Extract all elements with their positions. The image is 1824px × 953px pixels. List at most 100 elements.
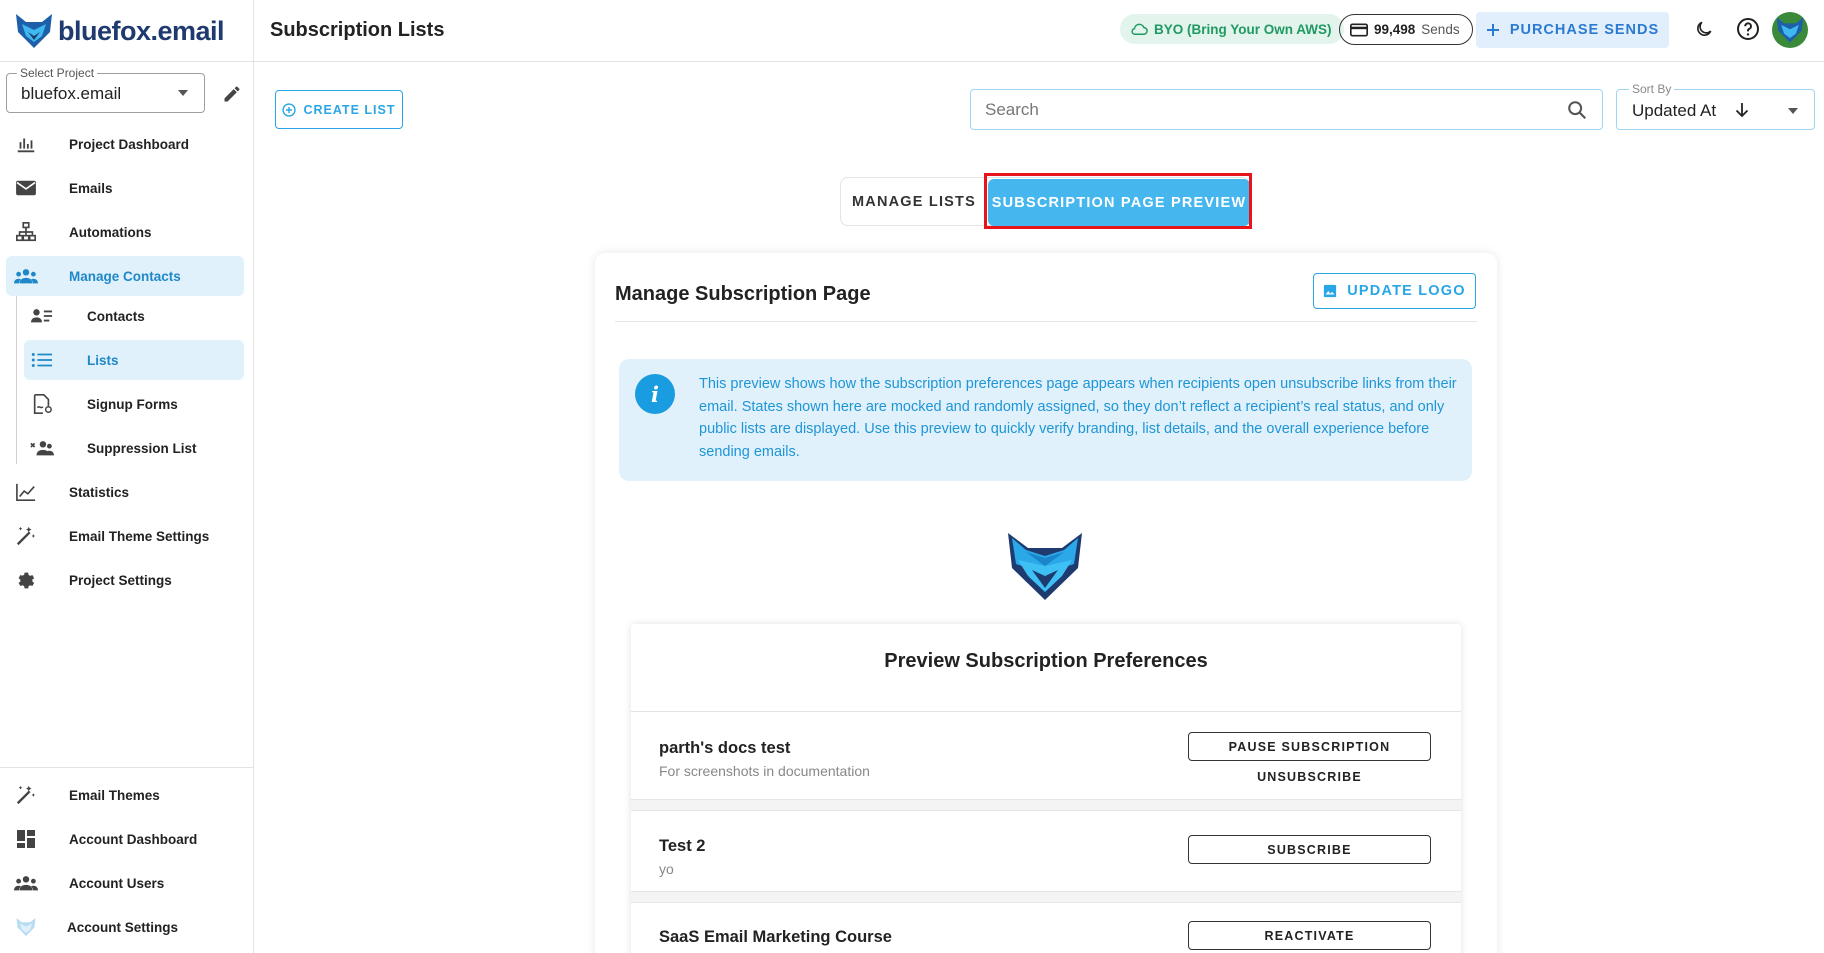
- sidebar-item-project-settings[interactable]: Project Settings: [6, 560, 244, 600]
- chevron-down-icon: [178, 90, 188, 96]
- list-description: For screenshots in documentation: [659, 763, 870, 779]
- sidebar: bluefox.email Select Project bluefox.ema…: [0, 0, 254, 953]
- list-separator: [631, 891, 1461, 903]
- sidebar-item-label: Account Dashboard: [69, 831, 198, 847]
- view-toggle: MANAGE LISTS SUBSCRIPTION PAGE PREVIEW: [840, 177, 1250, 226]
- image-icon: [1324, 284, 1337, 298]
- info-alert: i This preview shows how the subscriptio…: [619, 359, 1472, 481]
- sidebar-item-label: Suppression List: [87, 440, 197, 456]
- contacts-icon: [14, 265, 38, 287]
- search-input[interactable]: [985, 99, 1545, 121]
- sidebar-item-label: Project Dashboard: [69, 136, 190, 152]
- create-list-button[interactable]: CREATE LIST: [275, 90, 403, 129]
- sort-select[interactable]: Sort By Updated At: [1616, 82, 1815, 130]
- sidebar-item-label: Manage Contacts: [69, 268, 181, 284]
- sidebar-item-emails[interactable]: Emails: [6, 168, 244, 208]
- list-name: Test 2: [659, 837, 706, 855]
- help-icon: [1737, 18, 1759, 40]
- sidebar-item-email-themes[interactable]: Email Themes: [6, 775, 244, 815]
- chevron-down-icon: [1788, 108, 1798, 114]
- manage-subscription-card: Manage Subscription Page UPDATE LOGO i T…: [595, 253, 1497, 953]
- list-separator: [631, 799, 1461, 811]
- project-select-value: bluefox.email: [21, 84, 122, 103]
- card-title: Manage Subscription Page: [615, 283, 871, 305]
- info-text: This preview shows how the subscription …: [699, 376, 1457, 460]
- arrow-down-icon[interactable]: [1733, 101, 1751, 119]
- tab-manage-lists[interactable]: MANAGE LISTS: [841, 178, 987, 225]
- pause-subscription-button[interactable]: PAUSE SUBSCRIPTION: [1188, 732, 1431, 761]
- edit-project-button[interactable]: [220, 82, 244, 106]
- sidebar-item-label: Signup Forms: [87, 396, 178, 412]
- brand-divider: [0, 61, 254, 62]
- sidebar-item-contacts[interactable]: Contacts: [6, 296, 244, 336]
- help-button[interactable]: [1736, 17, 1760, 41]
- sidebar-item-label: Statistics: [69, 484, 130, 500]
- update-logo-label: UPDATE LOGO: [1347, 283, 1466, 299]
- fox-logo-icon: [1008, 533, 1082, 600]
- create-list-label: CREATE LIST: [303, 102, 396, 117]
- divider: [631, 711, 1461, 712]
- sidebar-item-automations[interactable]: Automations: [6, 212, 244, 252]
- byo-label: BYO (Bring Your Own AWS): [1154, 21, 1332, 37]
- sort-label: Sort By: [1629, 82, 1675, 96]
- sidebar-item-label: Contacts: [87, 308, 145, 324]
- add-circle-icon: [282, 102, 297, 117]
- app-root: bluefox.email Select Project bluefox.ema…: [0, 0, 1824, 953]
- purchase-sends-button[interactable]: PURCHASE SENDS: [1476, 12, 1669, 48]
- list-icon: [30, 349, 54, 371]
- sidebar-divider: [0, 767, 254, 768]
- fox-logo-icon: [16, 14, 52, 48]
- magic-wand-icon: [14, 525, 38, 547]
- search-icon[interactable]: [1566, 99, 1588, 121]
- reactivate-button[interactable]: REACTIVATE: [1188, 921, 1431, 950]
- sidebar-item-label: Emails: [69, 180, 113, 196]
- magic-wand-icon: [14, 784, 38, 806]
- line-chart-icon: [14, 481, 38, 503]
- preview-preferences-card: Preview Subscription Preferences parth's…: [631, 624, 1461, 953]
- sidebar-item-account-users[interactable]: Account Users: [6, 863, 244, 903]
- gear-icon: [14, 569, 38, 591]
- sidebar-item-signup-forms[interactable]: Signup Forms: [6, 384, 244, 424]
- sitemap-icon: [14, 221, 38, 243]
- sidebar-item-lists[interactable]: Lists: [24, 340, 244, 380]
- search-field[interactable]: [970, 89, 1603, 130]
- page-title: Subscription Lists: [270, 19, 445, 41]
- list-description: yo: [659, 861, 674, 877]
- sidebar-item-statistics[interactable]: Statistics: [6, 472, 244, 512]
- sends-counter[interactable]: 99,498 Sends: [1339, 14, 1473, 45]
- list-name: SaaS Email Marketing Course: [659, 928, 892, 946]
- sidebar-item-label: Email Themes: [69, 787, 160, 803]
- sidebar-item-project-dashboard[interactable]: Project Dashboard: [6, 124, 244, 164]
- sidebar-item-account-dashboard[interactable]: Account Dashboard: [6, 819, 244, 859]
- sidebar-item-label: Lists: [87, 352, 119, 368]
- preview-title: Preview Subscription Preferences: [884, 650, 1208, 672]
- card-divider: [615, 321, 1477, 322]
- sidebar-item-account-settings[interactable]: Account Settings: [6, 907, 244, 947]
- brand-logo[interactable]: bluefox.email: [14, 8, 225, 54]
- fox-avatar-icon: [1776, 17, 1804, 43]
- sidebar-item-label: Project Settings: [69, 572, 172, 588]
- brand-name: bluefox.email: [58, 15, 225, 46]
- signup-form-icon: [30, 393, 54, 415]
- avatar[interactable]: [1772, 12, 1808, 48]
- sidebar-item-email-theme-settings[interactable]: Email Theme Settings: [6, 516, 244, 556]
- sidebar-item-label: Automations: [69, 224, 152, 240]
- users-icon: [14, 872, 38, 894]
- sidebar-item-label: Account Settings: [67, 919, 179, 935]
- list-name: parth's docs test: [659, 739, 791, 757]
- info-icon: i: [635, 374, 675, 414]
- byo-badge[interactable]: BYO (Bring Your Own AWS): [1120, 14, 1344, 44]
- project-select[interactable]: Select Project bluefox.email: [6, 66, 205, 113]
- tab-subscription-page-preview[interactable]: SUBSCRIPTION PAGE PREVIEW: [988, 179, 1250, 226]
- cloud-icon: [1131, 23, 1148, 35]
- sidebar-item-suppression-list[interactable]: Suppression List: [6, 428, 244, 468]
- dark-mode-toggle[interactable]: [1692, 17, 1716, 41]
- sidebar-item-manage-contacts[interactable]: Manage Contacts: [6, 256, 244, 296]
- update-logo-button[interactable]: UPDATE LOGO: [1313, 273, 1476, 309]
- purchase-sends-label: PURCHASE SENDS: [1509, 22, 1660, 38]
- subscribe-button[interactable]: SUBSCRIBE: [1188, 835, 1431, 864]
- unsubscribe-button[interactable]: UNSUBSCRIBE: [1188, 766, 1431, 788]
- top-header: Subscription Lists BYO (Bring Your Own A…: [254, 0, 1824, 62]
- moon-icon: [1697, 21, 1712, 36]
- fox-icon: [14, 916, 38, 938]
